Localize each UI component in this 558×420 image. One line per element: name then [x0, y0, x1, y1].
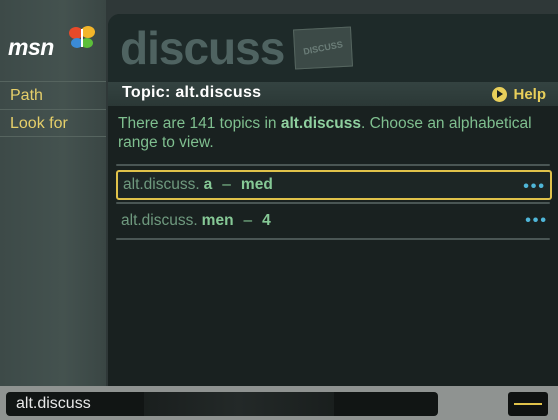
sidebar-item-look-for[interactable]: Look for — [0, 109, 106, 137]
address-shade — [144, 392, 334, 416]
main-panel: discuss DISCUSS Topic: alt.discuss Help … — [108, 14, 558, 386]
sidebar: msn Path Look for — [0, 0, 106, 386]
range-prefix: alt.discuss. — [121, 212, 198, 229]
section-title: discuss — [120, 22, 285, 74]
address-bar[interactable]: alt.discuss — [6, 392, 438, 416]
help-label: Help — [513, 85, 546, 103]
intro-pre: There are 141 topics in — [118, 115, 281, 132]
divider — [116, 164, 550, 166]
range-to: med — [240, 176, 273, 193]
minimize-icon[interactable] — [508, 392, 548, 416]
range-to: 4 — [262, 212, 271, 229]
play-icon — [492, 86, 508, 102]
range-from: men — [201, 212, 234, 229]
sidebar-item-path[interactable]: Path — [0, 81, 106, 109]
range-from: a — [203, 176, 213, 193]
range-dash: – — [243, 212, 253, 229]
range-item-men-4[interactable]: alt.discuss. men – 4 ••• — [116, 206, 552, 236]
more-dots-icon: ••• — [523, 178, 546, 195]
msn-logo[interactable]: msn — [8, 24, 100, 64]
discuss-badge: DISCUSS — [292, 26, 354, 70]
divider — [116, 202, 550, 204]
topic-title: Topic: alt.discuss — [122, 84, 262, 101]
range-dash: – — [222, 176, 231, 193]
address-text: alt.discuss — [16, 395, 91, 412]
range-item-a-med[interactable]: alt.discuss. a – med ••• — [116, 170, 552, 200]
screen: msn Path Look for discuss DISCUSS Topic:… — [0, 0, 558, 420]
topic-bar: Topic: alt.discuss Help — [108, 82, 558, 106]
section-header: discuss DISCUSS — [108, 14, 558, 82]
intro-group: alt.discuss — [280, 115, 361, 132]
help-button[interactable]: Help — [492, 84, 546, 104]
divider — [116, 238, 550, 240]
logo-text: msn — [8, 34, 54, 60]
bottom-bar: alt.discuss — [0, 386, 558, 420]
more-dots-icon: ••• — [525, 212, 548, 229]
butterfly-icon — [69, 26, 95, 48]
intro-text: There are 141 topics in alt.discuss. Cho… — [118, 114, 548, 152]
badge-text: DISCUSS — [302, 39, 344, 57]
range-prefix: alt.discuss. — [123, 176, 200, 193]
